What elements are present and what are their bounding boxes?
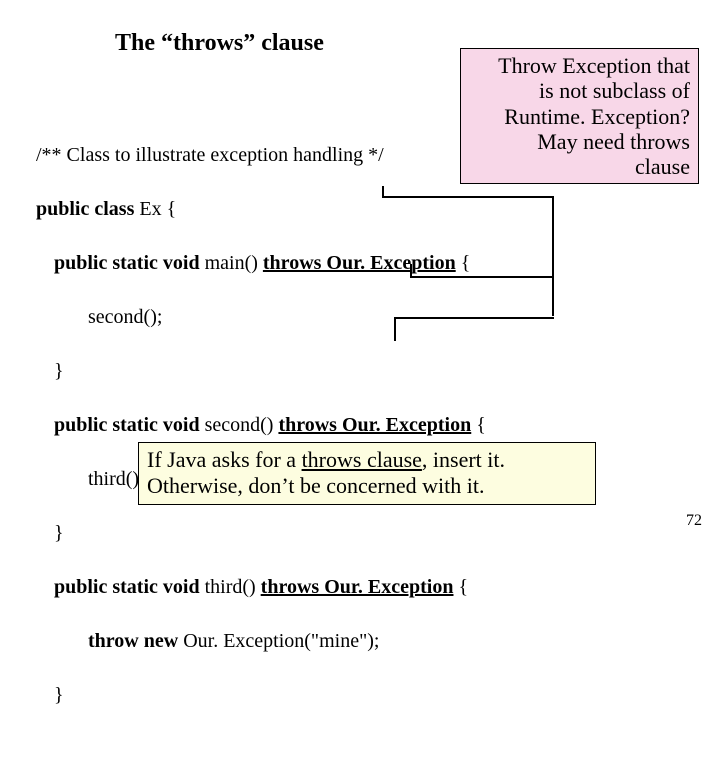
txt: main(): [200, 252, 263, 274]
callout-box: Throw Exception that is not subclass of …: [460, 48, 699, 184]
callout-line: Runtime. Exception?: [465, 104, 690, 129]
code-line: public static void third() throws Our. E…: [36, 574, 486, 601]
txt: If Java asks for a: [147, 447, 302, 472]
txt: {: [471, 414, 486, 436]
connector-line: [410, 276, 554, 278]
kw: throw new: [88, 630, 178, 652]
code-line: public static void main() throws Our. Ex…: [36, 250, 486, 277]
throws-clause-second: throws Our. Exception: [278, 414, 471, 436]
kw: public static void: [54, 576, 200, 598]
txt: third(): [200, 576, 261, 598]
txt: {: [453, 576, 468, 598]
code-line: throw new Our. Exception("mine");: [36, 628, 486, 655]
code-line: public static void second() throws Our. …: [36, 412, 486, 439]
txt: {: [456, 252, 471, 274]
code-block: /** Class to illustrate exception handli…: [36, 115, 486, 763]
txt: Our. Exception("mine");: [178, 630, 379, 652]
txt: Ex {: [134, 198, 176, 220]
connector-line: [394, 317, 396, 341]
callout-line: is not subclass of: [465, 78, 690, 103]
note-line: Otherwise, don’t be concerned with it.: [147, 473, 587, 499]
connector-line: [552, 196, 554, 316]
code-line: public class Ex {: [36, 196, 486, 223]
callout-line: clause: [465, 154, 690, 179]
note-box: If Java asks for a throws clause, insert…: [138, 442, 596, 505]
throws-clause-main: throws Our. Exception: [263, 252, 456, 274]
code-line: }: [36, 520, 486, 547]
slide-title: The “throws” clause: [115, 30, 324, 57]
callout-line: May need throws: [465, 129, 690, 154]
connector-line: [410, 264, 412, 278]
page-number: 72: [686, 512, 702, 530]
connector-line: [394, 317, 554, 319]
throws-clause-third: throws Our. Exception: [261, 576, 454, 598]
code-line: }: [36, 358, 486, 385]
callout-line: Throw Exception that: [465, 53, 690, 78]
kw: public class: [36, 198, 134, 220]
code-line: /** Class to illustrate exception handli…: [36, 142, 486, 169]
code-line: }: [36, 682, 486, 709]
txt-underline: throws clause: [302, 447, 422, 472]
kw: public static void: [54, 252, 200, 274]
kw: public static void: [54, 414, 200, 436]
txt: , insert it.: [422, 447, 505, 472]
connector-line: [382, 196, 554, 198]
note-line: If Java asks for a throws clause, insert…: [147, 447, 587, 473]
connector-line: [382, 186, 384, 198]
txt: second(): [200, 414, 279, 436]
